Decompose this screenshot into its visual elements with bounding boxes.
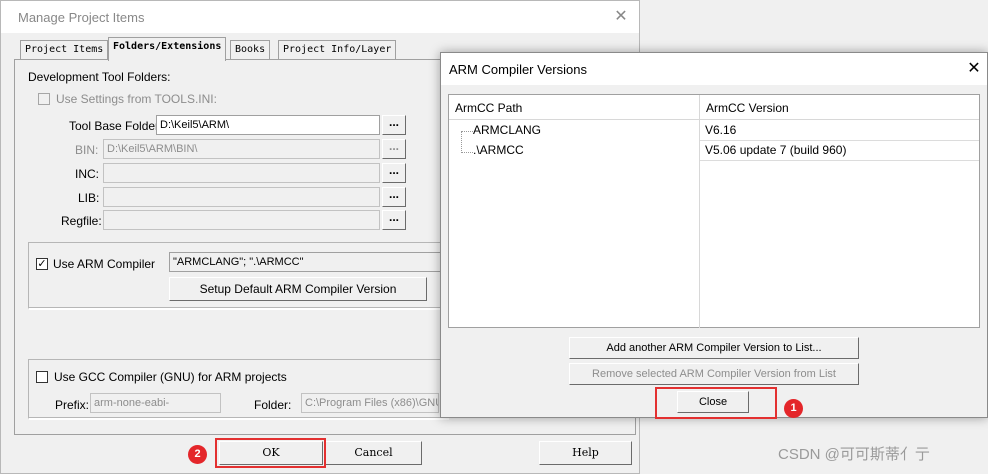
list-item-version[interactable]: V6.16 (700, 121, 979, 141)
use-gcc-compiler-label: Use GCC Compiler (GNU) for ARM projects (54, 370, 287, 384)
arm-compiler-value: "ARMCLANG"; ".\ARMCC" (169, 252, 445, 272)
use-arm-compiler-checkbox[interactable]: ✓ (36, 258, 48, 270)
tab-folders-extensions[interactable]: Folders/Extensions (108, 37, 227, 61)
regfile-input[interactable] (103, 210, 380, 230)
lib-browse-button[interactable]: ... (382, 187, 406, 207)
base-folder-label: Tool Base Folder: (69, 119, 163, 133)
arm-compiler-versions-dialog: ARM Compiler Versions ✕ ArmCC Path ArmCC… (440, 52, 988, 419)
main-dialog-title: Manage Project Items (18, 10, 145, 25)
remove-compiler-version-button[interactable]: Remove selected ARM Compiler Version fro… (569, 363, 859, 385)
tool-folders-heading: Development Tool Folders: (28, 70, 171, 84)
gcc-prefix-input[interactable]: arm-none-eabi- (90, 393, 221, 413)
list-item-path[interactable]: ARMCLANG (449, 121, 699, 141)
main-titlebar: Manage Project Items ✕ (1, 1, 639, 33)
compiler-version-list[interactable]: ArmCC Path ArmCC Version ARMCLANG V6.16 … (448, 94, 980, 328)
inc-label: INC: (75, 167, 99, 181)
csdn-watermark: CSDN @可可斯蒂亻亍 (778, 446, 930, 463)
use-arm-compiler-label: Use ARM Compiler (53, 257, 156, 271)
add-compiler-version-button[interactable]: Add another ARM Compiler Version to List… (569, 337, 859, 359)
list-item-version[interactable]: V5.06 update 7 (build 960) (700, 141, 979, 161)
cancel-button[interactable]: Cancel (325, 441, 422, 465)
regfile-browse-button[interactable]: ... (382, 210, 406, 230)
lib-label: LIB: (78, 191, 100, 205)
regfile-label: Regfile: (61, 214, 102, 228)
tab-project-info-layer[interactable]: Project Info/Layer (278, 40, 397, 60)
base-folder-input[interactable]: D:\Keil5\ARM\ (156, 115, 380, 135)
arm-dialog-title: ARM Compiler Versions (449, 62, 587, 77)
tab-project-items[interactable]: Project Items (20, 40, 109, 60)
inc-input[interactable] (103, 163, 380, 183)
gcc-folder-label: Folder: (254, 398, 292, 412)
inc-browse-button[interactable]: ... (382, 163, 406, 183)
tab-books[interactable]: Books (230, 40, 271, 60)
arm-close-icon[interactable]: ✕ (961, 56, 987, 82)
gcc-prefix-label: Prefix: (55, 398, 90, 412)
gcc-folder-input[interactable]: C:\Program Files (x86)\GNU (301, 393, 439, 413)
column-header-version[interactable]: ArmCC Version (700, 95, 979, 120)
close-highlight-box (655, 387, 777, 419)
use-gcc-compiler-checkbox[interactable] (36, 371, 48, 383)
bin-browse-button[interactable]: ... (382, 139, 406, 159)
bin-label: BIN: (75, 143, 99, 157)
bin-input[interactable]: D:\Keil5\ARM\BIN\ (103, 139, 380, 159)
setup-default-arm-compiler-button[interactable]: Setup Default ARM Compiler Version (169, 277, 427, 301)
annotation-badge-1: 1 (784, 399, 803, 418)
main-close-icon[interactable]: ✕ (607, 4, 635, 30)
help-button[interactable]: Help (539, 441, 632, 465)
lib-input[interactable] (103, 187, 380, 207)
ok-highlight-box (215, 438, 326, 468)
use-tools-ini-checkbox[interactable] (38, 93, 50, 105)
annotation-badge-2: 2 (188, 445, 207, 464)
use-tools-ini-label: Use Settings from TOOLS.INI: (56, 92, 217, 106)
arm-titlebar: ARM Compiler Versions ✕ (441, 53, 987, 85)
column-header-path[interactable]: ArmCC Path (449, 95, 700, 120)
base-folder-browse-button[interactable]: ... (382, 115, 406, 135)
list-item-path[interactable]: .\ARMCC (449, 141, 699, 161)
